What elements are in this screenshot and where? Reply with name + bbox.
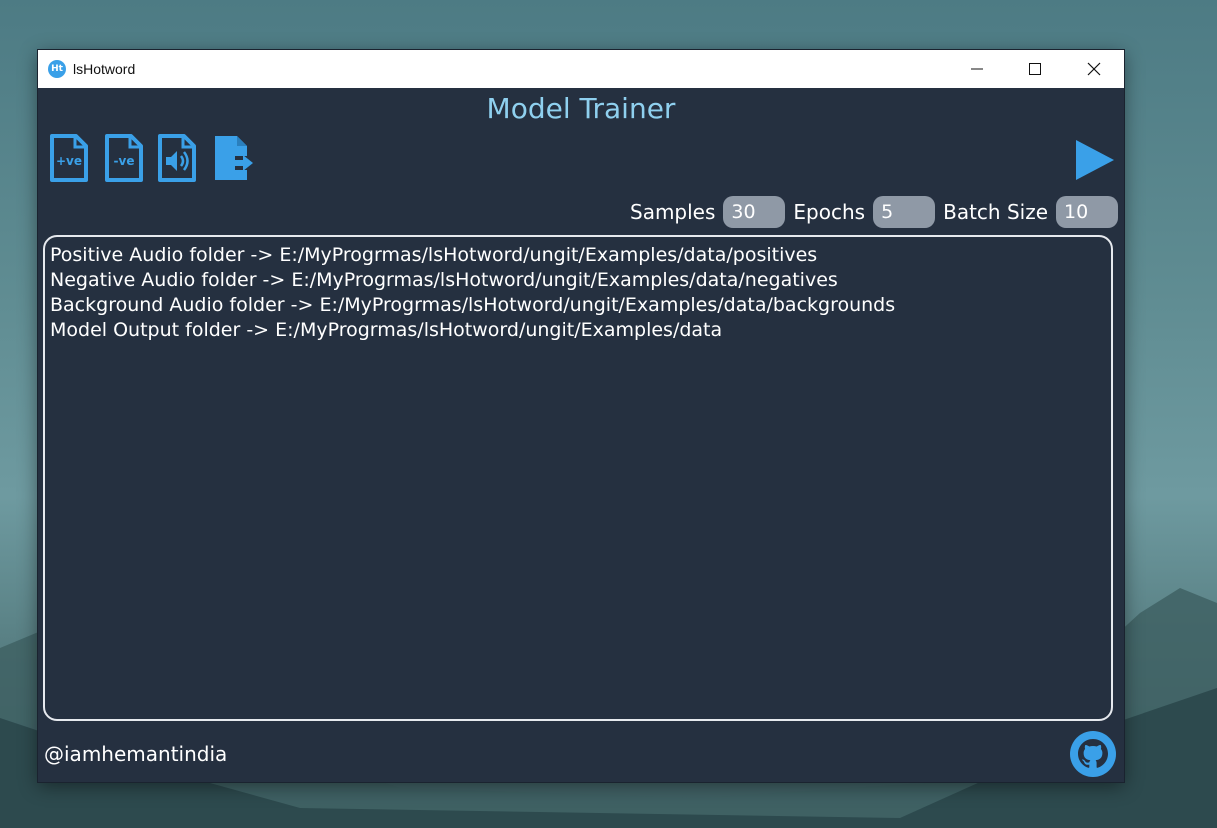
close-icon [1087, 62, 1101, 76]
app-window: Ht lsHotword Model Trainer +ve -ve Sampl… [38, 50, 1124, 782]
maximize-button[interactable] [1006, 50, 1064, 88]
svg-text:-ve: -ve [114, 154, 135, 168]
log-line: Model Output folder -> E:/MyProgrmas/lsH… [50, 319, 723, 341]
github-icon[interactable] [1069, 730, 1117, 778]
svg-text:+ve: +ve [56, 154, 82, 168]
play-icon[interactable] [1074, 138, 1116, 182]
training-params: Samples 30 Epochs 5 Batch Size 10 [630, 196, 1118, 228]
log-line: Background Audio folder -> E:/MyProgrmas… [50, 294, 896, 316]
title-bar: Ht lsHotword [38, 50, 1124, 88]
epochs-input[interactable]: 5 [873, 196, 936, 228]
audio-file-icon[interactable] [157, 133, 197, 183]
export-file-icon[interactable] [213, 133, 253, 183]
minimize-icon [971, 68, 983, 70]
positive-file-icon[interactable]: +ve [49, 133, 89, 183]
epochs-label: Epochs [793, 200, 866, 224]
minimize-button[interactable] [948, 50, 1006, 88]
close-button[interactable] [1065, 50, 1123, 88]
log-line: Positive Audio folder -> E:/MyProgrmas/l… [50, 244, 818, 266]
log-output[interactable]: Positive Audio folder -> E:/MyProgrmas/l… [43, 235, 1113, 721]
app-logo-icon: Ht [48, 60, 66, 78]
samples-input[interactable]: 30 [723, 196, 786, 228]
author-handle: @iamhemantindia [44, 742, 228, 766]
page-title: Model Trainer [486, 92, 676, 125]
maximize-icon [1029, 63, 1041, 75]
log-line: Negative Audio folder -> E:/MyProgrmas/l… [50, 269, 838, 291]
window-title: lsHotword [73, 61, 136, 77]
batch-size-label: Batch Size [943, 200, 1048, 224]
samples-label: Samples [630, 200, 716, 224]
batch-size-input[interactable]: 10 [1056, 196, 1118, 228]
negative-file-icon[interactable]: -ve [104, 133, 144, 183]
